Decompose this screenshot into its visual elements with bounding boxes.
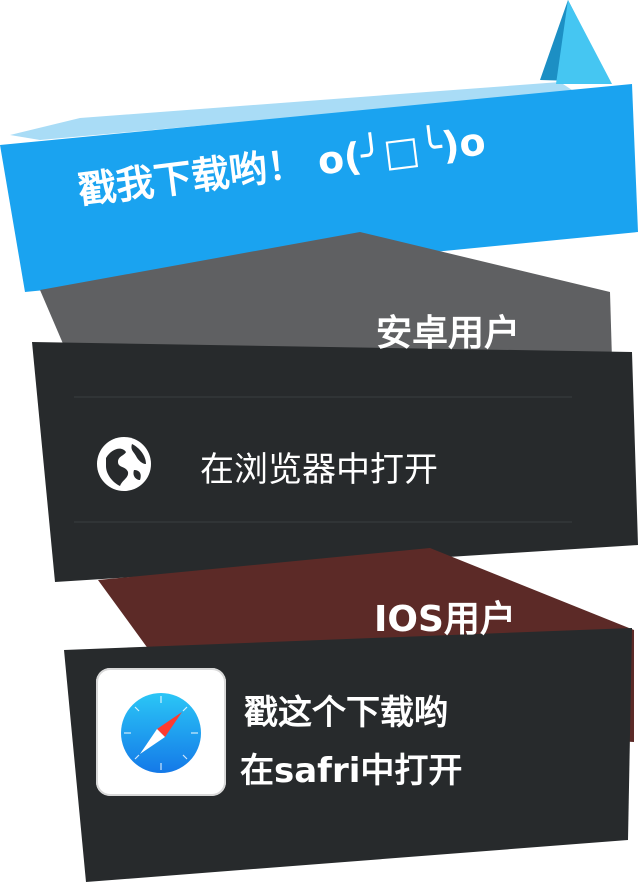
ios-download-link[interactable]: 戳这个下载哟 (244, 685, 448, 734)
open-in-browser-button[interactable]: 在浏览器中打开 (200, 442, 438, 491)
globe-icon[interactable] (96, 436, 152, 492)
open-in-safari-text[interactable]: 在safri中打开 (240, 743, 462, 792)
safari-compass-icon[interactable] (96, 668, 226, 796)
ios-users-heading: IOS用户 (374, 599, 516, 640)
android-users-heading: 安卓用户 (376, 313, 521, 354)
